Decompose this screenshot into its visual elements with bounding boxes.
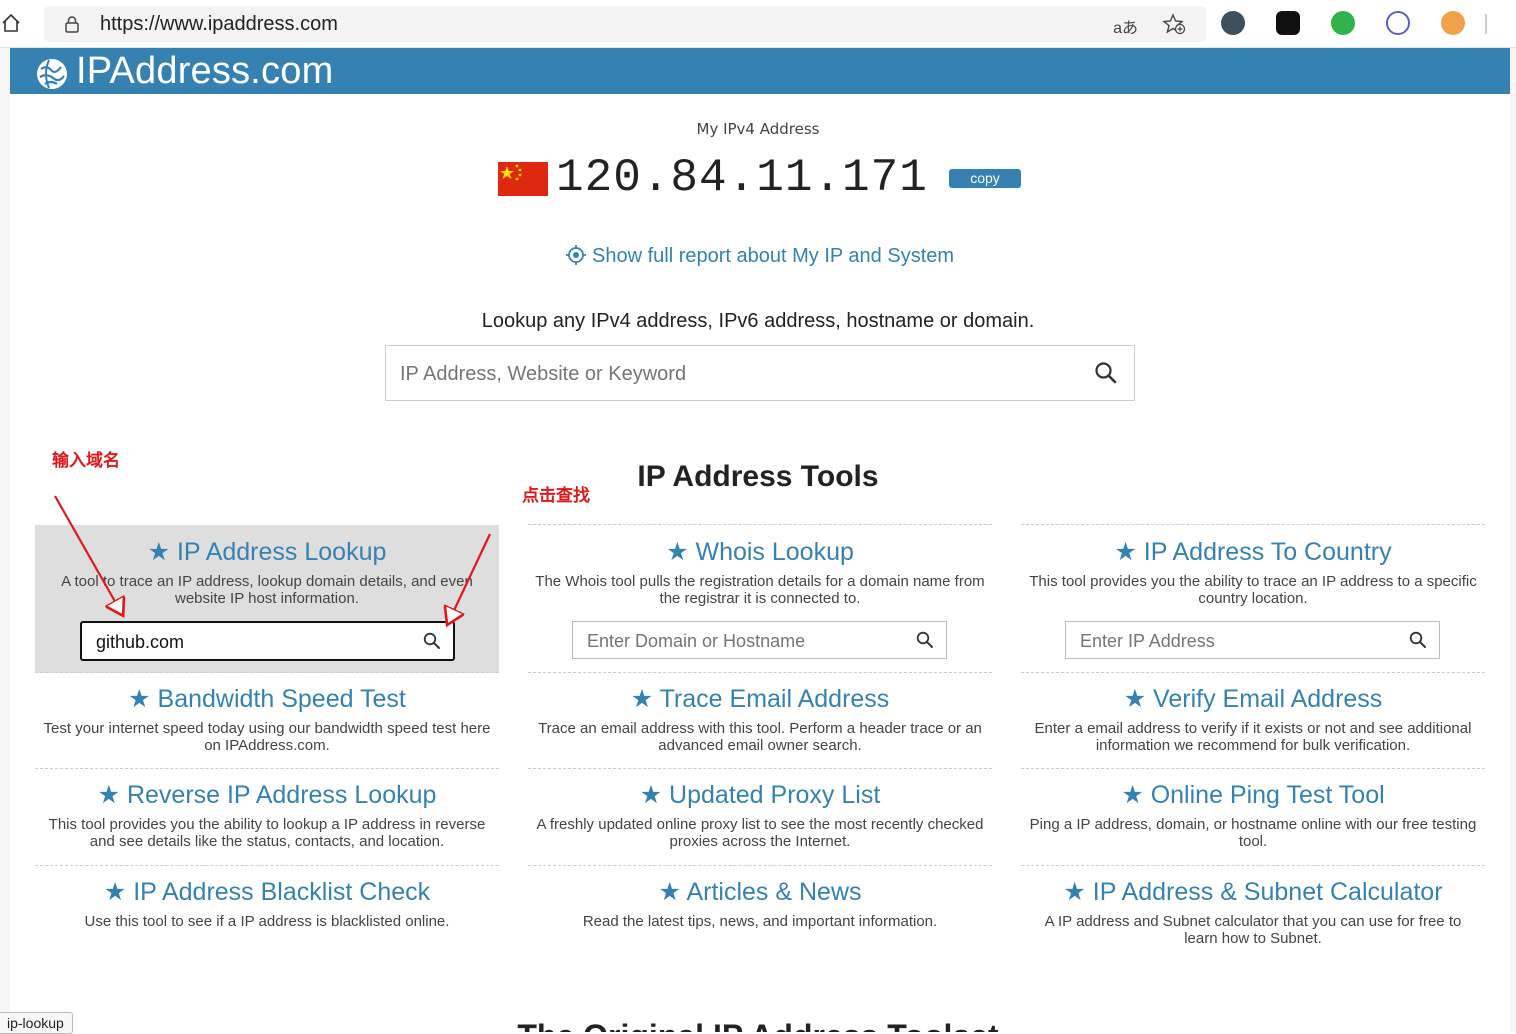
tool-bandwidth-speed-test: ★ Bandwidth Speed Test Test your interne… bbox=[35, 684, 499, 754]
full-report-link[interactable]: Show full report about My IP and System bbox=[566, 245, 954, 271]
url-text[interactable]: https://www.ipaddress.com bbox=[100, 13, 338, 36]
tool-title[interactable]: ★ Online Ping Test Tool bbox=[1021, 780, 1485, 810]
tool-title[interactable]: ★ IP Address Blacklist Check bbox=[35, 877, 499, 907]
site-brand[interactable]: IPAddress.com bbox=[76, 50, 333, 93]
ip-country-field[interactable] bbox=[1065, 621, 1440, 659]
add-favorite-icon[interactable] bbox=[1162, 13, 1186, 40]
tool-title[interactable]: ★ IP Address Lookup bbox=[35, 537, 499, 567]
right-gutter bbox=[1510, 48, 1516, 1032]
address-bar[interactable]: https://www.ipaddress.com aあ bbox=[44, 6, 1206, 42]
divider bbox=[1021, 865, 1485, 866]
tool-description: Test your internet speed today using our… bbox=[43, 720, 491, 754]
target-icon bbox=[566, 245, 586, 271]
tool-whois-lookup: ★ Whois Lookup The Whois tool pulls the … bbox=[528, 537, 992, 607]
tool-title[interactable]: ★ Articles & News bbox=[528, 877, 992, 907]
globe-logo-icon[interactable] bbox=[35, 57, 69, 96]
tool-proxy-list: ★ Updated Proxy List A freshly updated o… bbox=[528, 780, 992, 850]
tool-title[interactable]: ★ Trace Email Address bbox=[528, 684, 992, 714]
divider bbox=[35, 672, 499, 673]
divider bbox=[1021, 768, 1485, 769]
tool-description: A IP address and Subnet calculator that … bbox=[1044, 913, 1462, 947]
tool-blacklist-check: ★ IP Address Blacklist Check Use this to… bbox=[35, 877, 499, 930]
home-icon[interactable] bbox=[0, 12, 22, 34]
tool-title[interactable]: ★ Bandwidth Speed Test bbox=[35, 684, 499, 714]
browser-toolbar: https://www.ipaddress.com aあ bbox=[0, 0, 1516, 48]
evernote-icon[interactable] bbox=[1331, 11, 1355, 35]
search-icon[interactable] bbox=[916, 631, 934, 654]
tool-trace-email: ★ Trace Email Address Trace an email add… bbox=[528, 684, 992, 754]
tool-articles-news: ★ Articles & News Read the latest tips, … bbox=[528, 877, 992, 930]
tool-title[interactable]: ★ Verify Email Address bbox=[1021, 684, 1485, 714]
search-icon[interactable] bbox=[423, 632, 441, 655]
site-header: IPAddress.com bbox=[10, 48, 1510, 94]
full-report-label[interactable]: Show full report about My IP and System bbox=[592, 245, 954, 267]
tool-description: This tool provides you the ability to tr… bbox=[1029, 573, 1477, 607]
tool-title[interactable]: ★ Whois Lookup bbox=[528, 537, 992, 567]
extension-5-icon[interactable] bbox=[1441, 11, 1465, 35]
divider bbox=[35, 865, 499, 866]
search-icon[interactable] bbox=[1409, 631, 1427, 654]
china-flag-icon bbox=[498, 162, 548, 196]
my-ip-label: My IPv4 Address bbox=[696, 120, 820, 138]
tool-reverse-ip-lookup: ★ Reverse IP Address Lookup This tool pr… bbox=[35, 780, 499, 850]
tool-description: The Whois tool pulls the registration de… bbox=[535, 573, 985, 607]
main-search-box[interactable] bbox=[385, 345, 1135, 401]
tool-title[interactable]: ★ IP Address To Country bbox=[1021, 537, 1485, 567]
extension-2-icon[interactable] bbox=[1276, 11, 1300, 35]
extension-4-icon[interactable] bbox=[1386, 11, 1410, 35]
ip-address-value: 120.84.11.171 bbox=[556, 152, 928, 204]
whois-input[interactable] bbox=[585, 628, 889, 654]
whois-field[interactable] bbox=[572, 621, 947, 659]
left-gutter bbox=[0, 48, 10, 1032]
divider bbox=[528, 672, 992, 673]
translate-icon[interactable]: aあ bbox=[1113, 14, 1138, 38]
divider bbox=[1021, 672, 1485, 673]
tool-description: A tool to trace an IP address, lookup do… bbox=[61, 573, 473, 607]
tool-ip-to-country: ★ IP Address To Country This tool provid… bbox=[1021, 537, 1485, 607]
tool-description: Use this tool to see if a IP address is … bbox=[84, 913, 450, 930]
ip-lookup-input[interactable] bbox=[94, 629, 398, 655]
tool-description: A freshly updated online proxy list to s… bbox=[536, 816, 984, 850]
tool-description: Trace an email address with this tool. P… bbox=[538, 720, 982, 754]
search-icon[interactable] bbox=[1094, 361, 1118, 390]
ip-country-input[interactable] bbox=[1078, 628, 1382, 654]
tools-section-title: IP Address Tools bbox=[637, 460, 879, 493]
tool-subnet-calculator: ★ IP Address & Subnet Calculator A IP ad… bbox=[1021, 877, 1485, 947]
divider bbox=[528, 768, 992, 769]
tool-title[interactable]: ★ Updated Proxy List bbox=[528, 780, 992, 810]
tool-description: Ping a IP address, domain, or hostname o… bbox=[1029, 816, 1477, 850]
ip-lookup-field[interactable] bbox=[80, 621, 455, 661]
tool-ip-address-lookup: ★ IP Address Lookup A tool to trace an I… bbox=[35, 537, 499, 607]
divider bbox=[1021, 524, 1485, 525]
copy-button[interactable]: copy bbox=[949, 169, 1021, 188]
lock-icon[interactable] bbox=[64, 15, 80, 38]
tool-title[interactable]: ★ IP Address & Subnet Calculator bbox=[1021, 877, 1485, 907]
tool-title[interactable]: ★ Reverse IP Address Lookup bbox=[35, 780, 499, 810]
extension-1-icon[interactable] bbox=[1221, 11, 1245, 35]
divider bbox=[528, 524, 992, 525]
tool-description: Read the latest tips, news, and importan… bbox=[582, 913, 938, 930]
divider bbox=[35, 768, 499, 769]
divider bbox=[528, 865, 992, 866]
tool-description: Enter a email address to verify if it ex… bbox=[1034, 720, 1472, 754]
lookup-prompt: Lookup any IPv4 address, IPv6 address, h… bbox=[481, 310, 1035, 332]
main-search-input[interactable] bbox=[398, 358, 1062, 390]
tool-description: This tool provides you the ability to lo… bbox=[48, 816, 486, 850]
toolbar-separator bbox=[1485, 14, 1487, 34]
tool-verify-email: ★ Verify Email Address Enter a email add… bbox=[1021, 684, 1485, 754]
annotation-enter-domain: 输入域名 bbox=[52, 451, 120, 470]
tool-ping-test: ★ Online Ping Test Tool Ping a IP addres… bbox=[1021, 780, 1485, 850]
annotation-click-search: 点击查找 bbox=[522, 486, 590, 505]
next-section-heading: The Original IP Address Toolset bbox=[0, 1016, 1516, 1032]
